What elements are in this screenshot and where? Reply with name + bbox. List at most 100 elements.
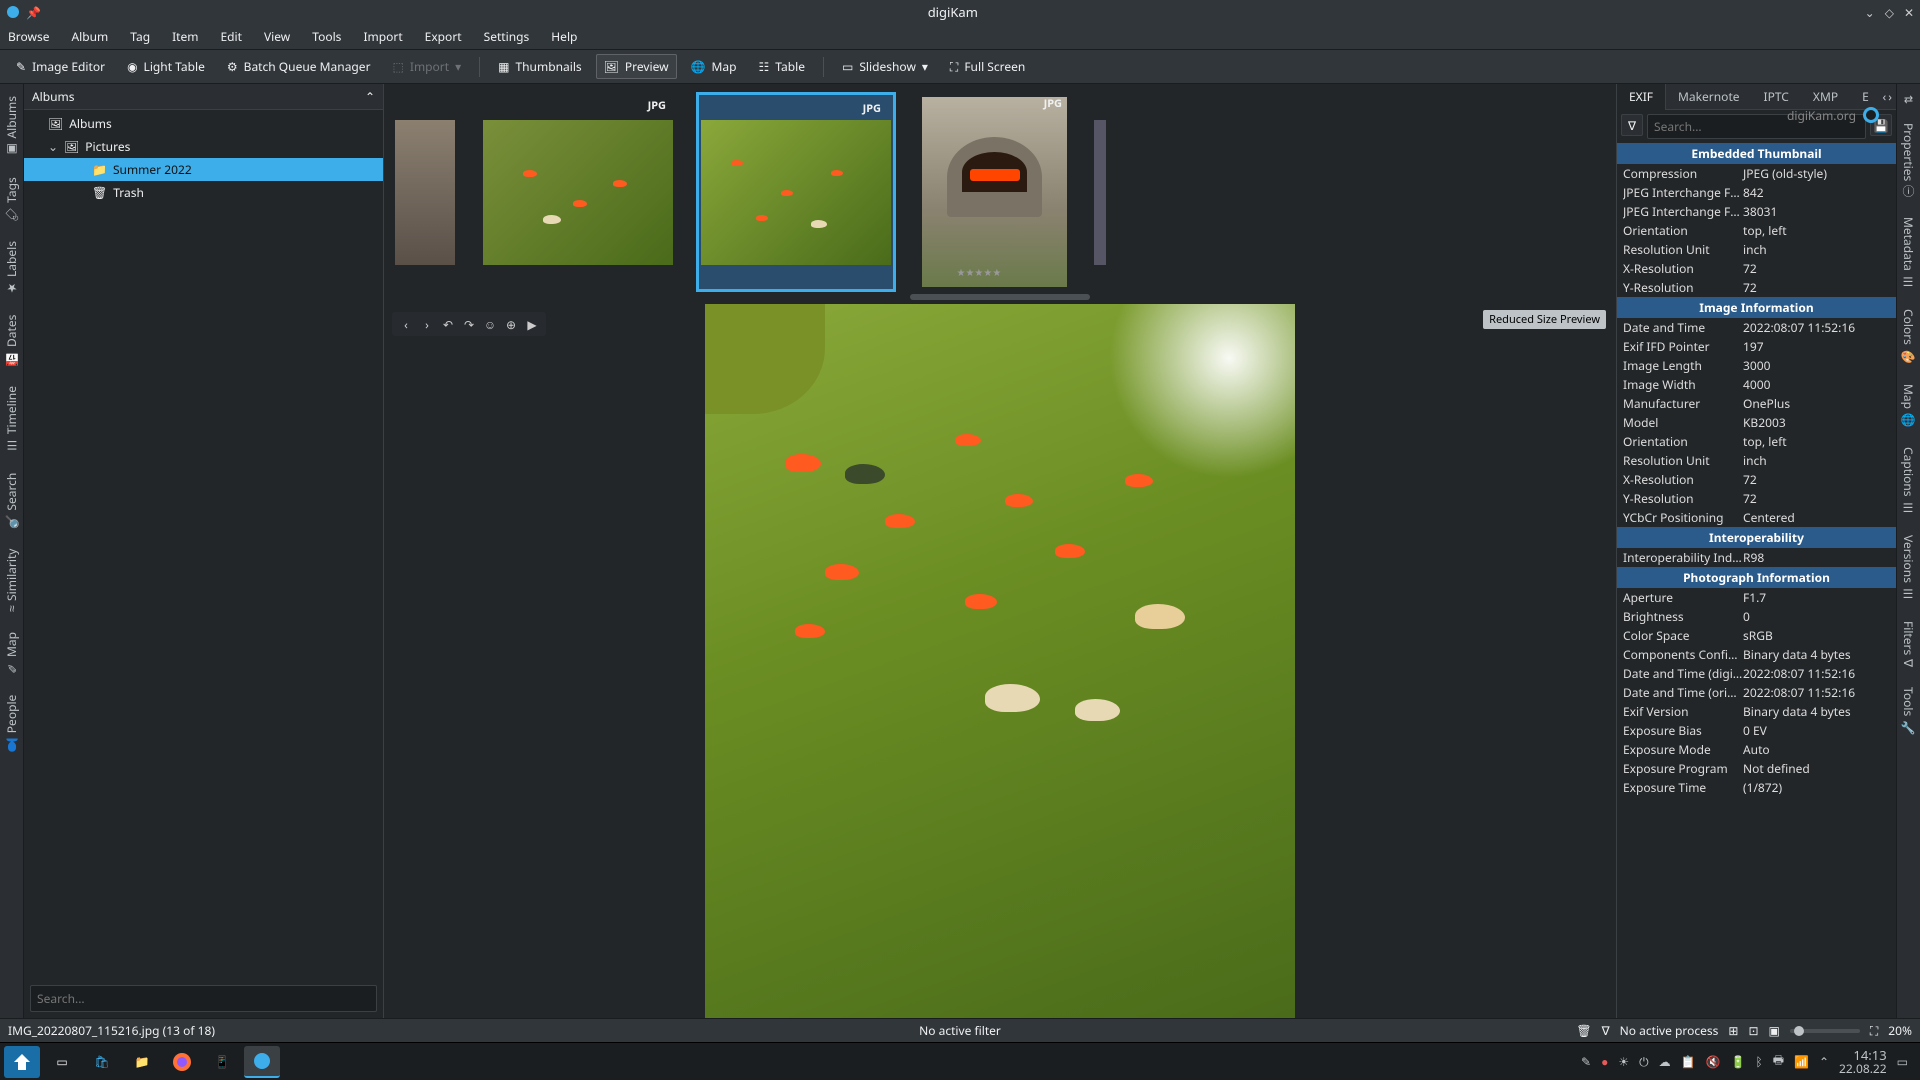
preview-button[interactable]: 🖼 Preview bbox=[596, 54, 677, 79]
tab-labels[interactable]: ★Labels bbox=[1, 233, 22, 303]
tab-map[interactable]: ✎Map bbox=[1, 624, 22, 683]
clock[interactable]: 14:13 22.08.22 bbox=[1839, 1048, 1887, 1075]
tab-tools[interactable]: Tools🔧 bbox=[1898, 679, 1919, 743]
trash-icon[interactable]: 🗑 bbox=[1576, 1022, 1591, 1039]
tab-properties[interactable]: Propertiesⓘ bbox=[1898, 115, 1919, 205]
menu-view[interactable]: View bbox=[264, 28, 290, 45]
tab-people[interactable]: 👤People bbox=[1, 687, 22, 760]
cloud-icon[interactable]: ☁ bbox=[1659, 1053, 1671, 1070]
close-button[interactable]: ✕ bbox=[1904, 4, 1914, 21]
meta-row[interactable]: Exposure Time(1/872) bbox=[1617, 778, 1896, 797]
meta-row[interactable]: X-Resolution72 bbox=[1617, 259, 1896, 278]
maximize-button[interactable]: ◇ bbox=[1885, 4, 1894, 21]
tab-filters[interactable]: Filters∇ bbox=[1898, 613, 1919, 675]
meta-row[interactable]: Exif IFD Pointer197 bbox=[1617, 337, 1896, 356]
face-button[interactable]: ☺ bbox=[481, 315, 499, 333]
image-editor-button[interactable]: ✎ Image Editor bbox=[8, 54, 113, 79]
add-face-button[interactable]: ⊕ bbox=[502, 315, 520, 333]
meta-row[interactable]: Exposure Bias0 EV bbox=[1617, 721, 1896, 740]
meta-row[interactable]: Components Configura...Binary data 4 byt… bbox=[1617, 645, 1896, 664]
meta-row[interactable]: Interoperability IndexR98 bbox=[1617, 548, 1896, 567]
tree-summer-2022[interactable]: 📁 Summer 2022 bbox=[24, 158, 383, 181]
thumbnail-partial[interactable] bbox=[1092, 92, 1107, 292]
meta-row[interactable]: Orientationtop, left bbox=[1617, 432, 1896, 451]
zoom-100-icon[interactable]: ⊡ bbox=[1748, 1022, 1758, 1039]
meta-row[interactable]: Exposure ModeAuto bbox=[1617, 740, 1896, 759]
volume-icon[interactable]: 🔇 bbox=[1706, 1053, 1721, 1070]
meta-row[interactable]: Brightness0 bbox=[1617, 607, 1896, 626]
menu-browse[interactable]: Browse bbox=[8, 28, 49, 45]
preview-area[interactable]: ‹ › ↶ ↷ ☺ ⊕ ▶ Reduced Size Preview bbox=[384, 304, 1616, 1018]
tab-versions[interactable]: Versions☰ bbox=[1898, 527, 1919, 609]
tab-captions[interactable]: Captions☰ bbox=[1898, 439, 1919, 523]
table-button[interactable]: ☷ Table bbox=[751, 54, 813, 79]
menu-item[interactable]: Item bbox=[172, 28, 198, 45]
tab-similarity[interactable]: ≈Similarity bbox=[1, 541, 22, 620]
meta-row[interactable]: JPEG Interchange Form...38031 bbox=[1617, 202, 1896, 221]
task-desktop[interactable]: ▭ bbox=[44, 1046, 80, 1078]
meta-row[interactable]: Resolution Unitinch bbox=[1617, 451, 1896, 470]
edit-icon[interactable]: ✎ bbox=[1581, 1053, 1591, 1070]
menu-tag[interactable]: Tag bbox=[130, 28, 150, 45]
meta-row[interactable]: Orientationtop, left bbox=[1617, 221, 1896, 240]
show-desktop-icon[interactable]: ▭ bbox=[1897, 1053, 1908, 1070]
task-files[interactable]: 📁 bbox=[124, 1046, 160, 1078]
thumbnail[interactable]: JPG bbox=[478, 92, 678, 292]
task-digikam[interactable] bbox=[244, 1046, 280, 1078]
meta-row[interactable]: Exposure ProgramNot defined bbox=[1617, 759, 1896, 778]
battery-icon[interactable]: 🔋 bbox=[1731, 1053, 1746, 1070]
tab-iptc[interactable]: IPTC bbox=[1752, 83, 1801, 110]
save-metadata-button[interactable]: 💾 bbox=[1870, 114, 1892, 136]
menu-import[interactable]: Import bbox=[363, 28, 402, 45]
meta-row[interactable]: Date and Time2022:08:07 11:52:16 bbox=[1617, 318, 1896, 337]
meta-row[interactable]: YCbCr PositioningCentered bbox=[1617, 508, 1896, 527]
printer-icon[interactable]: 🖶 bbox=[1773, 1051, 1784, 1072]
meta-row[interactable]: Date and Time (original)2022:08:07 11:52… bbox=[1617, 683, 1896, 702]
tree-pictures[interactable]: ⌄ 🖼 Pictures bbox=[24, 135, 383, 158]
tab-albums[interactable]: ▣Albums bbox=[1, 88, 22, 165]
clipboard-icon[interactable]: 📋 bbox=[1681, 1053, 1696, 1070]
tab-exif[interactable]: EXIF bbox=[1617, 83, 1666, 110]
tree-trash[interactable]: 🗑 Trash bbox=[24, 181, 383, 204]
play-button[interactable]: ▶ bbox=[523, 315, 541, 333]
metadata-search-input[interactable] bbox=[1647, 114, 1866, 139]
tree-root[interactable]: 🖼 Albums bbox=[24, 112, 383, 135]
menu-album[interactable]: Album bbox=[71, 28, 108, 45]
bluetooth-icon[interactable]: ᛒ bbox=[1755, 1053, 1762, 1070]
tab-makernote[interactable]: Makernote bbox=[1666, 83, 1752, 110]
zoom-fit-icon[interactable]: ⊞ bbox=[1728, 1022, 1738, 1039]
meta-row[interactable]: ManufacturerOnePlus bbox=[1617, 394, 1896, 413]
slider-knob[interactable] bbox=[1794, 1026, 1804, 1036]
tab-dates[interactable]: 📅Dates bbox=[1, 307, 22, 374]
meta-row[interactable]: Resolution Unitinch bbox=[1617, 240, 1896, 259]
tab-map-right[interactable]: Map🌐 bbox=[1898, 376, 1919, 436]
menu-tools[interactable]: Tools bbox=[312, 28, 341, 45]
thumbnail-bar[interactable]: JPG JPG ★★★★★ JPG bbox=[384, 84, 1616, 304]
collapse-icon[interactable]: ⌃ bbox=[365, 88, 375, 105]
task-discover[interactable]: 🛍 bbox=[84, 1046, 120, 1078]
meta-row[interactable]: Image Width4000 bbox=[1617, 375, 1896, 394]
tab-settings-icon[interactable]: ⇄ bbox=[1902, 88, 1915, 111]
thumbs-scrollbar[interactable] bbox=[910, 294, 1090, 300]
import-button[interactable]: ⬚ Import ▾ bbox=[385, 54, 470, 79]
metadata-list[interactable]: Embedded ThumbnailCompressionJPEG (old-s… bbox=[1617, 143, 1896, 1018]
tab-scroll-right[interactable]: › bbox=[1888, 88, 1892, 105]
menu-settings[interactable]: Settings bbox=[484, 28, 530, 45]
zoom-full-icon[interactable]: ⛶ bbox=[1870, 1022, 1878, 1039]
tab-colors[interactable]: Colors🎨 bbox=[1898, 301, 1919, 372]
pin-icon[interactable]: 📌 bbox=[26, 4, 41, 21]
chevron-down-icon[interactable]: ⌄ bbox=[48, 138, 58, 155]
meta-row[interactable]: Image Length3000 bbox=[1617, 356, 1896, 375]
thumbnail-partial[interactable] bbox=[390, 92, 460, 292]
map-button[interactable]: 🌐 Map bbox=[683, 54, 745, 79]
meta-row[interactable]: ApertureF1.7 bbox=[1617, 588, 1896, 607]
brightness-icon[interactable]: ☀ bbox=[1618, 1053, 1629, 1070]
meta-row[interactable]: Color SpacesRGB bbox=[1617, 626, 1896, 645]
fullscreen-button[interactable]: ⛶ Full Screen bbox=[942, 54, 1033, 79]
tab-exiftool[interactable]: E bbox=[1850, 83, 1881, 110]
light-table-button[interactable]: ◉ Light Table bbox=[119, 54, 213, 79]
rotate-right-button[interactable]: ↷ bbox=[460, 315, 478, 333]
app-launcher[interactable] bbox=[4, 1046, 40, 1078]
meta-row[interactable]: CompressionJPEG (old-style) bbox=[1617, 164, 1896, 183]
thumbnails-button[interactable]: ▦ Thumbnails bbox=[490, 54, 590, 79]
